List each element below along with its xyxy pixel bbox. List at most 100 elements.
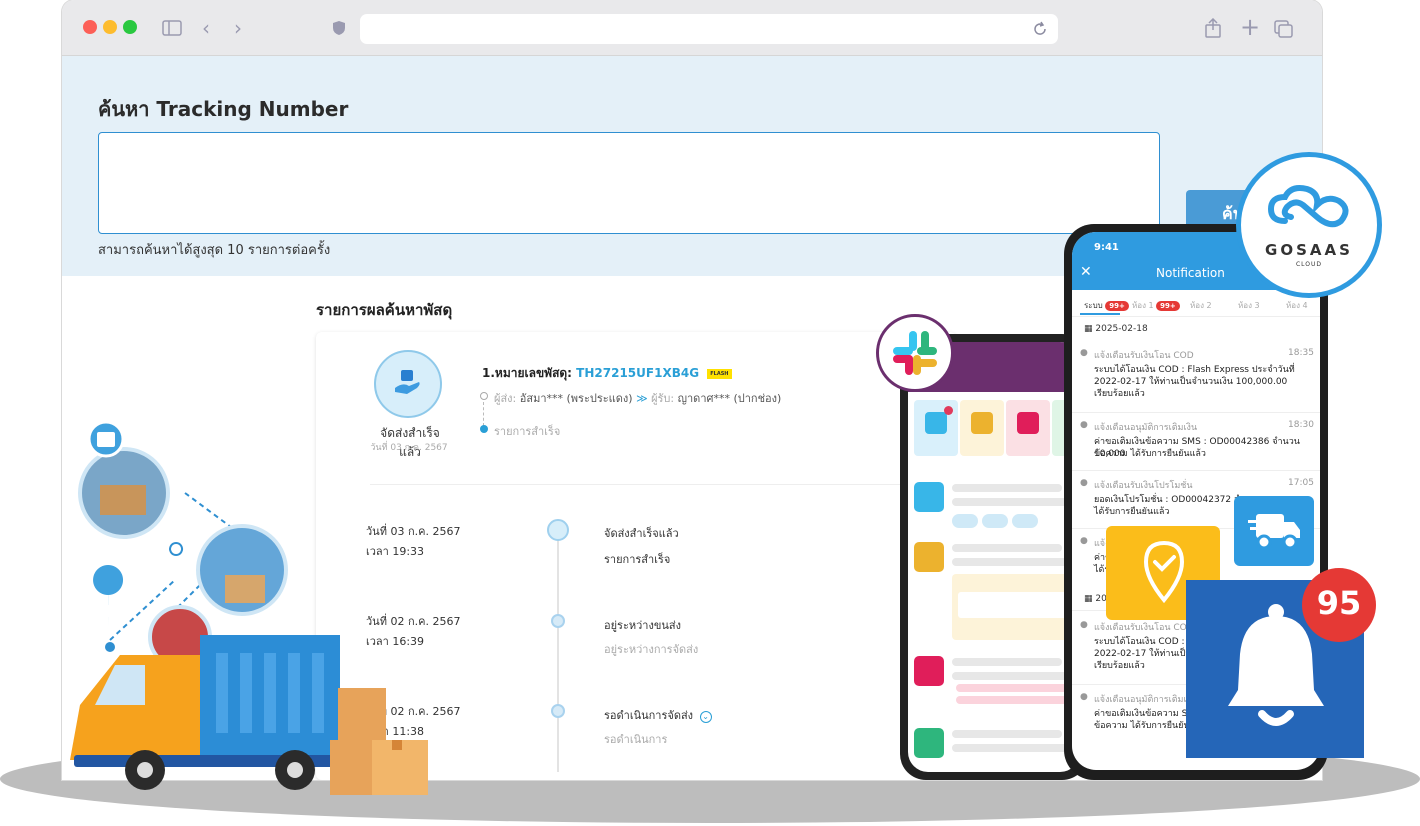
timeline-subtitle-2: อยู่ระหว่างการจัดส่ง xyxy=(604,643,699,656)
date-header-1: ▦ 2025-02-18 xyxy=(1084,324,1148,334)
notification-line: ข้อความ ได้รับการยืนยันแล้ว xyxy=(1094,449,1206,459)
receiver-label: ผู้รับ: xyxy=(651,392,675,405)
tab-room-2[interactable]: ห้อง 2 xyxy=(1190,299,1212,312)
chat-app-screen xyxy=(908,342,1080,772)
gosaas-logo-badge: GOSAAS CLOUD xyxy=(1236,152,1382,298)
notification-line: ค่าขอเติมเงินข้อความ SMS xyxy=(1094,709,1201,719)
sender-dot xyxy=(480,392,488,400)
reaction-pill xyxy=(982,514,1008,528)
expand-chevron-icon[interactable]: ⌄ xyxy=(699,711,712,723)
notification-item-1[interactable]: ● แจ้งเตือนรับเงินโอน COD 18:35 ระบบได้โ… xyxy=(1072,342,1320,412)
tracking-heading: 1.หมายเลขพัสดุ: TH27215UF1XB4G FLASH xyxy=(482,364,732,383)
placeholder-line xyxy=(952,730,1062,738)
notification-line: ระบบได้โอนเงิน COD : Flash Express ประจำ… xyxy=(1094,365,1295,375)
message-avatar-2 xyxy=(914,542,944,572)
timeline-pending-icon xyxy=(551,704,565,718)
result-summary: รายการสำเร็จ xyxy=(494,425,561,438)
minimize-dot[interactable] xyxy=(103,20,117,34)
maximize-dot[interactable] xyxy=(123,20,137,34)
notification-title-1: แจ้งเตือนรับเงินโอน COD xyxy=(1094,351,1194,361)
timeline-title-3-text: รอดำเนินการจัดส่ง xyxy=(604,709,694,722)
bell-small-icon: ● xyxy=(1080,478,1088,488)
calendar-icon: ● xyxy=(1080,348,1088,358)
notification-title-3: แจ้งเตือนรับเงินโปรโมชั่น xyxy=(1094,481,1193,491)
tracking-search-input[interactable] xyxy=(98,132,1160,234)
tab-room-4[interactable]: ห้อง 4 xyxy=(1286,299,1308,312)
tracking-prefix: 1.หมายเลขพัสดุ: xyxy=(482,366,572,380)
bell-small-icon: ● xyxy=(1080,692,1088,702)
address-bar[interactable] xyxy=(360,14,1058,44)
placeholder-line xyxy=(952,484,1062,492)
slack-badge xyxy=(876,314,954,392)
timeline-line xyxy=(557,532,559,772)
timeline-delivered-icon xyxy=(547,519,569,541)
delivery-truck-icon xyxy=(1248,514,1300,550)
route-line xyxy=(483,402,484,426)
forward-icon[interactable]: › xyxy=(234,18,242,38)
route-text: ผู้ส่ง: อัสมา*** (พระประแดง) ≫ ผู้รับ: ญ… xyxy=(494,389,781,407)
browser-toolbar: ‹ › + xyxy=(62,0,1322,56)
receiver-dot xyxy=(480,425,488,433)
delivery-truck-card xyxy=(1234,496,1314,566)
tabs-icon[interactable] xyxy=(1274,20,1294,38)
reaction-pill xyxy=(952,514,978,528)
sender-name: อัสมา*** (พระประแดง) xyxy=(519,392,633,405)
slack-icon xyxy=(893,331,937,375)
message-avatar-1 xyxy=(914,482,944,512)
notification-line: ได้รับการยืนยันแล้ว xyxy=(1094,507,1170,517)
tab-divider xyxy=(1072,316,1320,317)
placeholder-line xyxy=(952,744,1080,752)
tab-system-badge: 99+ xyxy=(1105,301,1129,311)
tab-room-1[interactable]: ห้อง 1 99+ xyxy=(1132,299,1180,312)
reload-icon[interactable] xyxy=(1032,21,1048,37)
notification-line: ข้อความ ได้รับการยืนยันแ xyxy=(1094,721,1196,731)
tab-room-1-label: ห้อง 1 xyxy=(1132,301,1154,310)
notification-time-2: 18:30 xyxy=(1288,420,1314,430)
close-dot[interactable] xyxy=(83,20,97,34)
date-header-2: ▦ 20 xyxy=(1084,594,1107,604)
timeline-subtitle-1: รายการสำเร็จ xyxy=(604,553,671,566)
status-clock: 9:41 xyxy=(1094,242,1119,253)
notification-title: Notification xyxy=(1156,266,1225,280)
close-icon[interactable]: ✕ xyxy=(1080,264,1092,280)
placeholder-line xyxy=(952,498,1080,506)
channel-icon-1[interactable] xyxy=(925,412,947,434)
channel-icon-3[interactable] xyxy=(1017,412,1039,434)
notification-title-2: แจ้งเตือนอนุมัติการเติมเงิน xyxy=(1094,423,1198,433)
timeline-title-2: อยู่ระหว่างขนส่ง xyxy=(604,619,681,632)
notification-item-2[interactable]: ● แจ้งเตือนอนุมัติการเติมเงิน 18:30 ค่าข… xyxy=(1072,414,1320,472)
logistics-illustration xyxy=(70,420,428,795)
tab-room-1-badge: 99+ xyxy=(1156,301,1180,311)
share-icon[interactable] xyxy=(1204,18,1222,38)
channel-icon-2[interactable] xyxy=(971,412,993,434)
timeline-title-1: จัดส่งสำเร็จแล้ว xyxy=(604,527,679,540)
sender-label: ผู้ส่ง: xyxy=(494,392,517,405)
sidebar-icon[interactable] xyxy=(162,20,182,36)
bell-small-icon: ● xyxy=(1080,620,1088,630)
stage: ‹ › + ค้นหา Tracking Number สามารถค้นหาไ… xyxy=(0,0,1420,826)
timeline-title-3: รอดำเนินการจัดส่ง ⌄ xyxy=(604,706,712,724)
results-title: รายการผลค้นหาพัสดุ xyxy=(316,301,453,319)
notification-time-3: 17:05 xyxy=(1288,478,1314,488)
phone-chat-app xyxy=(900,334,1088,780)
placeholder-line xyxy=(956,684,1080,692)
tab-room-3[interactable]: ห้อง 3 xyxy=(1238,299,1260,312)
date-header-1-text: 2025-02-18 xyxy=(1095,324,1148,334)
active-tab-indicator xyxy=(1080,313,1120,315)
route-arrow: ≫ xyxy=(636,392,648,405)
bell-small-icon: ● xyxy=(1080,420,1088,430)
notification-title-5: แจ้งเตือนรับเงินโอน COD xyxy=(1094,623,1194,633)
timeline-transit-icon xyxy=(551,614,565,628)
receiver-name: ญาดาศ*** (ปากช่อง) xyxy=(677,392,782,405)
tracking-number-link[interactable]: TH27215UF1XB4G xyxy=(576,366,699,380)
item-divider xyxy=(1072,412,1320,413)
location-check-icon xyxy=(1143,540,1185,604)
notification-line: 2022-02-17 ให้ท่านเป็นจำนวนเงิน 100,000.… xyxy=(1094,377,1288,387)
plus-icon[interactable]: + xyxy=(1240,15,1260,39)
message-avatar-4 xyxy=(914,728,944,758)
back-icon[interactable]: ‹ xyxy=(202,18,210,38)
notification-time-1: 18:35 xyxy=(1288,348,1314,358)
cloud-logo-icon xyxy=(1267,185,1349,228)
tab-system[interactable]: ระบบ 99+ xyxy=(1084,299,1129,312)
notification-line: เรียบร้อยแล้ว xyxy=(1094,661,1145,671)
